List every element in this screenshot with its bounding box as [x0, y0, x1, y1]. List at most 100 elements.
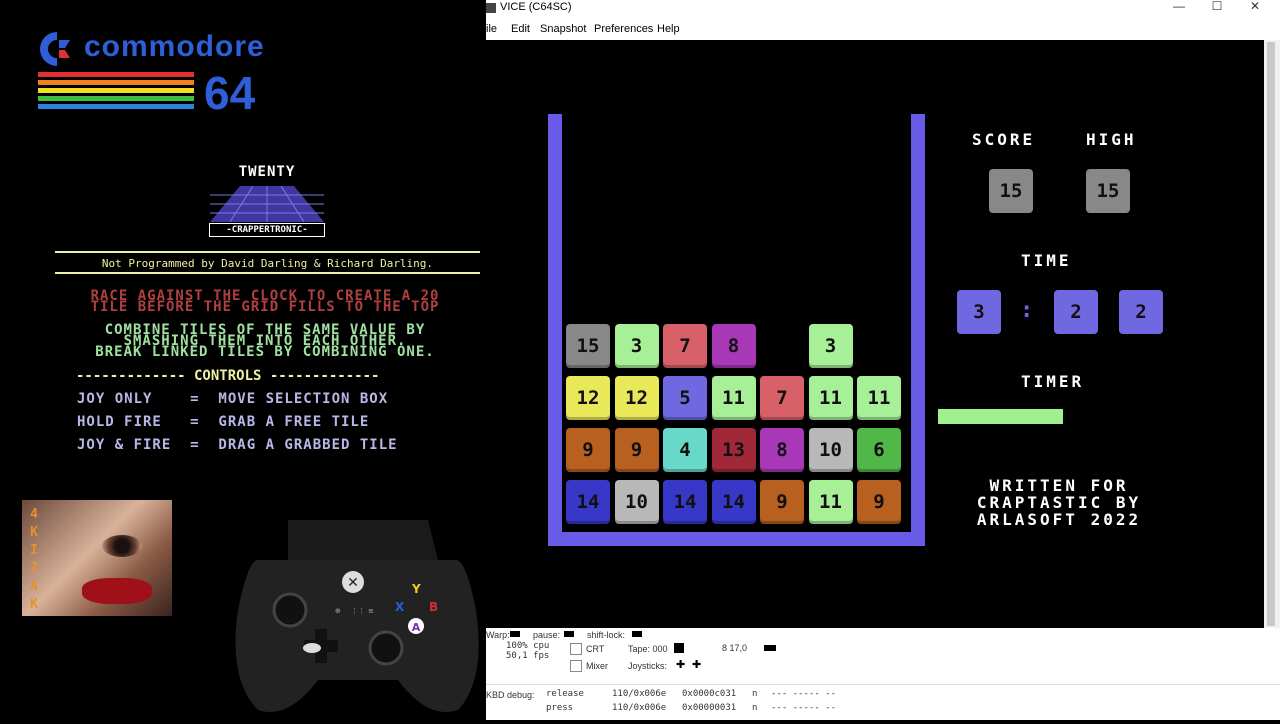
logo-64: 64 [204, 67, 256, 119]
tape-counter: Tape: 000 [628, 644, 668, 654]
written-line2: CRAPTASTIC BY [976, 493, 1142, 512]
kbd-press-flag: n [752, 703, 758, 713]
score-value: 15 [989, 169, 1033, 213]
control-line: HOLD FIRE = GRAB A FREE TILE [77, 414, 370, 430]
kbd-release-hex: 0x0000c031 [682, 689, 737, 699]
tile[interactable]: 11 [808, 480, 853, 524]
warp-indicator[interactable] [510, 631, 520, 637]
credits-text: Not Programmed by David Darling & Richar… [101, 257, 434, 270]
kbd-debug-label: KBD debug: [486, 690, 535, 700]
tile[interactable]: 14 [663, 480, 707, 524]
close-button[interactable]: ✕ [1236, 0, 1274, 19]
joystick-port2-icon[interactable]: ✚ [692, 658, 701, 671]
tile[interactable]: 9 [857, 480, 901, 524]
tile[interactable]: 10 [808, 428, 853, 472]
cpu-usage: 100% cpu [506, 641, 550, 651]
tile[interactable]: 12 [566, 376, 610, 420]
tile[interactable]: 7 [760, 376, 804, 420]
well-floor [548, 532, 925, 546]
timer-bar [938, 409, 1063, 424]
tile[interactable]: 14 [711, 480, 756, 524]
tape-indicator[interactable] [674, 643, 684, 653]
high-label: HIGH [1086, 130, 1137, 149]
button-b: B [429, 600, 439, 614]
tile[interactable]: 9 [614, 428, 659, 472]
well-right-wall [911, 114, 925, 546]
tile[interactable]: 11 [857, 376, 901, 420]
crt-label: CRT [586, 644, 605, 654]
crappertronic-logo-graphic [210, 185, 324, 223]
tile[interactable]: 13 [711, 428, 756, 472]
scrollbar-thumb[interactable] [1267, 42, 1275, 626]
tile[interactable]: 3 [614, 324, 659, 368]
tile[interactable]: 5 [663, 376, 707, 420]
mixer-label: Mixer [586, 661, 608, 671]
tile[interactable]: 11 [711, 376, 756, 420]
time-label: TIME [1021, 251, 1072, 270]
minimize-button[interactable]: — [1160, 0, 1198, 19]
status-divider [486, 684, 1280, 685]
menu-file[interactable]: ile [486, 23, 497, 35]
avatar-letters: 4KIZAK [30, 507, 38, 612]
tile[interactable]: 8 [760, 428, 804, 472]
joystick-port1-icon[interactable]: ✚ [676, 658, 685, 671]
joysticks-label: Joysticks: [628, 661, 668, 671]
shift-lock-indicator[interactable] [632, 631, 642, 637]
logo-stripe-red [38, 72, 194, 77]
written-for-credits: WRITTEN FOR CRAPTASTIC BY ARLASOFT 2022 [954, 477, 1164, 528]
logo-stripe-yellow [38, 88, 194, 93]
title-bar: VICE (C64SC) — ☐ ✕ [486, 0, 1280, 19]
logo-stripe-green [38, 96, 194, 101]
tile[interactable]: 4 [663, 428, 707, 472]
menu-snapshot[interactable]: Snapshot [540, 23, 586, 35]
tile[interactable]: 8 [711, 324, 756, 368]
fps-readout: 50,1 fps [506, 651, 550, 661]
button-y: Y [412, 582, 421, 596]
tile[interactable]: 9 [566, 428, 610, 472]
tile[interactable]: 9 [760, 480, 804, 524]
button-x: X [395, 600, 405, 614]
instructions-combine-line3: BREAK LINKED TILES BY COMBINING ONE. [95, 344, 435, 360]
menu-help[interactable]: Help [657, 23, 680, 35]
tile[interactable]: 12 [614, 376, 659, 420]
shift-lock-label: shift-lock: [587, 630, 626, 640]
commodore-logo-icon [38, 30, 76, 68]
time-separator: : [1020, 298, 1034, 323]
tile-grid[interactable]: 15 3 7 8 3 12 12 5 11 7 11 11 9 9 4 13 8 10 6 14 10 14 14 9 11 9 [566, 324, 908, 528]
mixer-checkbox[interactable] [570, 660, 582, 672]
warp-indicator-label: Warp: [486, 630, 510, 640]
written-line3: ARLASOFT 2022 [976, 510, 1142, 529]
controls-header: ------------- CONTROLS ------------- [76, 368, 380, 384]
avatar-eye [102, 535, 142, 557]
pause-indicator[interactable] [564, 631, 574, 637]
streamer-avatar: 4KIZAK [22, 500, 172, 616]
kbd-release-label: release [546, 689, 584, 699]
avatar-red-cloth [82, 578, 152, 604]
tile[interactable]: 10 [614, 480, 659, 524]
tile[interactable]: 6 [857, 428, 901, 472]
tile[interactable]: 11 [808, 376, 853, 420]
kbd-release-mods: --- ----- -- [771, 689, 837, 699]
tile[interactable]: 7 [663, 324, 707, 368]
crt-checkbox[interactable] [570, 643, 582, 655]
logo-text: commodore [84, 30, 265, 63]
tile[interactable]: 15 [566, 324, 610, 368]
logo-stripe-blue [38, 104, 194, 109]
kbd-press-hex: 0x00000031 [682, 703, 737, 713]
instructions-race-line2: TILE BEFORE THE GRID FILLS TO THE TOP [90, 299, 440, 315]
maximize-button[interactable]: ☐ [1198, 0, 1236, 19]
tile[interactable]: 14 [566, 480, 610, 524]
menu-edit[interactable]: Edit [511, 23, 530, 35]
kbd-press-code: 110/0x006e [612, 703, 667, 713]
vice-app-icon [486, 3, 496, 13]
window-title: VICE (C64SC) [500, 1, 572, 13]
tile-well: 15 3 7 8 3 12 12 5 11 7 11 11 9 9 4 13 8 10 6 14 10 14 14 9 11 9 [548, 114, 925, 546]
control-line: JOY ONLY = MOVE SELECTION BOX [77, 391, 389, 407]
tile[interactable]: 3 [808, 324, 853, 368]
kbd-release-flag: n [752, 689, 758, 699]
gamepad-overlay: ✕ ⊕ ⋮⋮ ≡ Y X B A [228, 520, 486, 720]
written-line1: WRITTEN FOR [989, 476, 1129, 495]
vice-window: VICE (C64SC) — ☐ ✕ ile Edit Snapshot Pre… [486, 0, 1280, 720]
menu-preferences[interactable]: Preferences [594, 23, 653, 35]
svg-text:✕: ✕ [347, 575, 359, 591]
